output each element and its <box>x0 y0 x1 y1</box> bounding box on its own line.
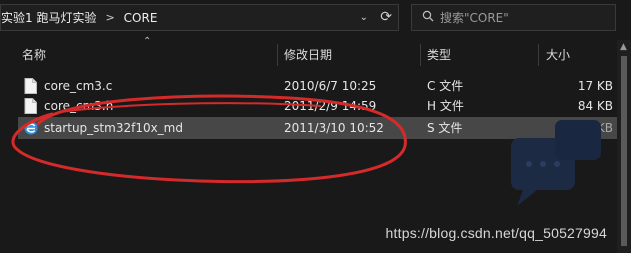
c-file-icon <box>24 78 37 94</box>
column-divider[interactable] <box>538 44 539 66</box>
column-divider[interactable] <box>420 44 421 66</box>
column-name[interactable]: 名称 <box>22 42 46 68</box>
refresh-icon[interactable]: ⟳ <box>380 9 392 25</box>
file-name: startup_stm32f10x_md <box>44 121 183 135</box>
chevron-down-icon[interactable]: ⌄ <box>360 12 368 23</box>
column-date[interactable]: 修改日期 <box>284 42 332 68</box>
column-divider[interactable] <box>277 44 278 66</box>
vertical-scrollbar[interactable]: ▲ <box>617 40 631 253</box>
file-date: 2011/2/9 14:59 <box>284 99 377 113</box>
edge-browser-icon <box>24 121 38 135</box>
file-date: 2011/3/10 10:52 <box>284 121 384 135</box>
watermark-url: https://blog.csdn.net/qq_50527994 <box>385 225 607 241</box>
column-header: 名称 修改日期 类型 大小 <box>0 42 631 68</box>
file-name: core_cm3.h <box>44 99 114 113</box>
file-row[interactable]: core_cm3.c 2010/6/7 10:25 C 文件 17 KB <box>18 75 631 97</box>
search-icon <box>422 10 434 25</box>
file-type: S 文件 <box>427 121 463 135</box>
breadcrumb-parent[interactable]: 实验1 跑马灯实验 <box>1 9 96 26</box>
file-size: 17 KB <box>577 79 613 93</box>
file-size: 84 KB <box>577 99 613 113</box>
file-row-selected[interactable]: startup_stm32f10x_md 2011/3/10 10:52 S 文… <box>18 117 631 139</box>
address-bar[interactable]: 实验1 跑马灯实验 > CORE ⌄ ⟳ <box>0 4 399 31</box>
file-name: core_cm3.c <box>44 79 113 93</box>
file-size: 13 KB <box>577 121 613 135</box>
column-size[interactable]: 大小 <box>546 42 570 68</box>
breadcrumb-separator: > <box>105 11 115 24</box>
scroll-up-icon[interactable]: ▲ <box>620 42 627 52</box>
h-file-icon <box>24 98 37 114</box>
file-type: H 文件 <box>427 99 464 113</box>
file-row[interactable]: core_cm3.h 2011/2/9 14:59 H 文件 84 KB <box>18 95 631 117</box>
search-box[interactable]: 搜索"CORE" <box>411 4 616 31</box>
file-type: C 文件 <box>427 79 464 93</box>
breadcrumb-current[interactable]: CORE <box>124 11 158 25</box>
search-placeholder: 搜索"CORE" <box>440 11 509 25</box>
column-type[interactable]: 类型 <box>427 42 451 68</box>
scrollbar-thumb[interactable] <box>621 56 627 246</box>
file-date: 2010/6/7 10:25 <box>284 79 377 93</box>
